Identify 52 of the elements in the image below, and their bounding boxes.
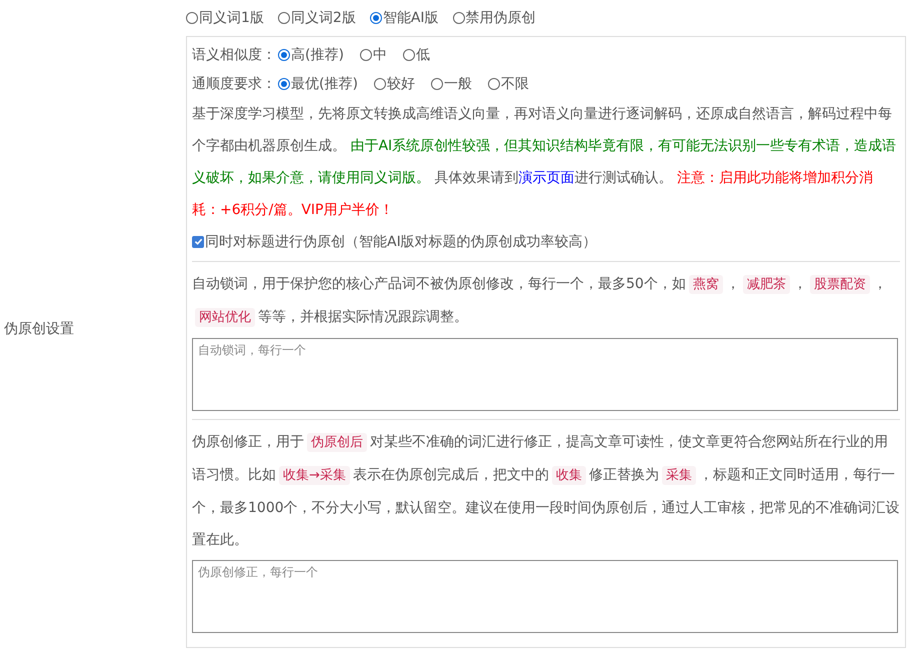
option-label: 通顺度要求： bbox=[192, 74, 276, 93]
description-text: 基于深度学习模型，先将原文转换成高维语义向量，再对语义向量进行逐词解码，还原成自然语言，解码过程中每个字都由机器原创生成。 由于AI系统原创性较强，但其知识结构毕竟有限，有可能无法识别一些专有术语，造成语义破坏，如果介意，请使用同义词版。 具体效果请到演示页面进行测试确认。 注意：启用此功能将增加积分消耗：+6积分/篇。VIP用户半价！ bbox=[192, 104, 898, 220]
section-label: 伪原创设置 bbox=[3, 320, 75, 338]
radio-label: 同义词2版 bbox=[290, 9, 356, 27]
mode-radio[interactable]: 同义词2版 bbox=[278, 9, 356, 27]
radio-label: 不限 bbox=[500, 74, 529, 93]
radio-label: 一般 bbox=[444, 74, 472, 93]
keyword-tag: 伪原创后 bbox=[307, 433, 367, 452]
radio-label: 同义词1版 bbox=[199, 9, 264, 27]
radio-label: 最优(推荐) bbox=[291, 74, 358, 93]
lock-words-field[interactable]: 自动锁词，每行一个 bbox=[192, 338, 898, 412]
option-radio[interactable]: 中 bbox=[360, 46, 387, 64]
option-label: 语义相似度： bbox=[192, 46, 276, 64]
keyword-tag: 减肥茶 bbox=[742, 275, 790, 294]
radio-label: 智能AI版 bbox=[382, 9, 439, 27]
radio-icon[interactable] bbox=[360, 49, 372, 62]
radio-label: 低 bbox=[416, 46, 430, 64]
keyword-tag: 收集 bbox=[552, 466, 586, 486]
corrections-text: 伪原创修正，用于 伪原创后 对某些不准确的词汇进行修正，提高文章可读性，使文章更符合您网站所在行业的用语习惯。比如 收集→采集 表示在伪原创完成后，把文中的 收集 修正替换为 采集 ，标题和正文同时适用，每行一个，最多1000个，不分大小写，默认留空。建议在使用一段时间伪原创后，通过人工审核，把常见的不准确词汇设置在此。 bbox=[192, 432, 900, 550]
option-radio[interactable]: 一般 bbox=[430, 74, 472, 93]
radio-icon[interactable] bbox=[402, 49, 415, 62]
keyword-tag: 燕窝 bbox=[688, 275, 723, 294]
keyword-tag: 采集 bbox=[662, 466, 696, 486]
option-radio[interactable]: 不限 bbox=[488, 74, 529, 93]
radio-icon[interactable] bbox=[278, 12, 290, 24]
option-radio[interactable]: 最优(推荐) bbox=[278, 74, 358, 93]
radio-icon[interactable] bbox=[278, 78, 290, 90]
corrections-field[interactable]: 伪原创修正，每行一个 bbox=[192, 560, 898, 634]
mode-radio[interactable]: 同义词1版 bbox=[186, 9, 264, 27]
radio-icon[interactable] bbox=[430, 78, 443, 90]
keyword-tag: 股票配资 bbox=[810, 275, 870, 294]
radio-icon[interactable] bbox=[278, 49, 290, 62]
mode-radio[interactable]: 智能AI版 bbox=[370, 9, 439, 27]
radio-label: 中 bbox=[372, 46, 387, 64]
radio-icon[interactable] bbox=[488, 78, 500, 90]
radio-icon[interactable] bbox=[452, 12, 465, 24]
radio-label: 较好 bbox=[386, 74, 415, 93]
radio-icon[interactable] bbox=[186, 12, 198, 24]
radio-label: 高(推荐) bbox=[291, 46, 344, 64]
checkbox[interactable] bbox=[192, 236, 204, 248]
radio-label: 禁用伪原创 bbox=[466, 9, 536, 27]
radio-icon[interactable] bbox=[370, 12, 382, 24]
demo-page-link[interactable]: 演示页面 bbox=[518, 170, 574, 186]
checkbox-label: 同时对标题进行伪原创（智能AI版对标题的伪原创成功率较高） bbox=[205, 232, 597, 251]
keyword-tag: 网站优化 bbox=[195, 308, 255, 328]
option-radio[interactable]: 高(推荐) bbox=[278, 46, 344, 64]
mode-radio[interactable]: 禁用伪原创 bbox=[452, 9, 536, 27]
keyword-tag: 收集→采集 bbox=[279, 466, 350, 486]
lock-words-text: 自动锁词，用于保护您的核心产品词不被伪原创修改，每行一个，最多50个，如 燕窝 ， 减肥茶 ， 股票配资 ， 网站优化 等等，并根据实际情况跟踪调整。 bbox=[192, 274, 888, 330]
option-radio[interactable]: 较好 bbox=[374, 74, 415, 93]
option-radio[interactable]: 低 bbox=[402, 46, 430, 64]
radio-icon[interactable] bbox=[374, 78, 386, 90]
